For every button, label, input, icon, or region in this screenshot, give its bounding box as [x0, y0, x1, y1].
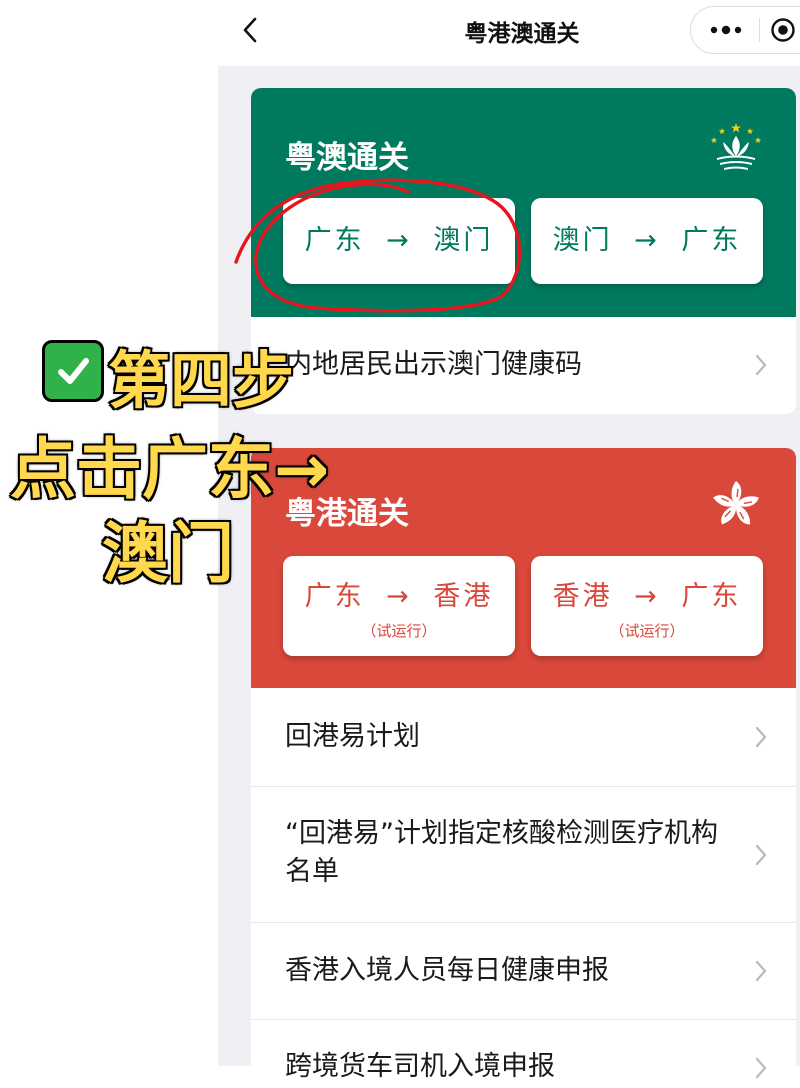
list-item-designated-testing-institutions[interactable]: “回港易”计划指定核酸检测医疗机构名单	[251, 787, 796, 922]
list-item-hk-daily-health-declaration[interactable]: 香港入境人员每日健康申报	[251, 923, 796, 1019]
close-miniprogram-button[interactable]	[766, 10, 800, 50]
guangdong-to-hk-label: 广东 → 香港	[304, 581, 494, 612]
list-item-label: 跨境货车司机入境申报	[285, 1051, 555, 1082]
trial-run-note: （试运行）	[609, 622, 685, 640]
guangdong-to-hk-button[interactable]: 广东 → 香港 （试运行）	[283, 556, 515, 656]
macau-card-header: 粤澳通关 广东 → 澳门 澳门 → 广东	[251, 88, 796, 317]
chevron-right-icon	[755, 354, 767, 376]
list-item-label: “回港易”计划指定核酸检测医疗机构名单	[285, 818, 718, 887]
capsule-divider	[759, 18, 760, 42]
guangdong-to-macau-label: 广东 → 澳门	[304, 225, 494, 256]
more-button[interactable]	[700, 10, 752, 50]
page-title: 粤港澳通关	[464, 21, 580, 47]
nav-bar: 粤港澳通关	[0, 0, 800, 62]
hk-bauhinia-emblem-icon	[713, 481, 759, 525]
guangdong-to-macau-button[interactable]: 广东 → 澳门	[283, 198, 515, 284]
hk-to-guangdong-label: 香港 → 广东	[552, 581, 742, 612]
trial-run-note: （试运行）	[361, 622, 437, 640]
list-item-label: 回港易计划	[285, 721, 420, 752]
list-item-macau-health-code[interactable]: 内地居民出示澳门健康码	[251, 317, 796, 414]
chevron-right-icon	[755, 844, 767, 866]
annotation-instruction-line: 点击广东→	[8, 430, 330, 510]
back-button[interactable]	[232, 10, 268, 50]
annotation-instruction-line-2: 澳门	[101, 514, 236, 594]
target-close-icon	[771, 18, 795, 42]
list-item-label: 内地居民出示澳门健康码	[285, 349, 582, 380]
chevron-right-icon	[755, 1057, 767, 1079]
more-dots-icon	[710, 25, 742, 35]
annotation-step-label: 第四步	[106, 343, 295, 419]
chevron-right-icon	[755, 726, 767, 748]
check-mark-icon	[42, 340, 104, 402]
list-item-label: 香港入境人员每日健康申报	[285, 955, 609, 986]
chevron-left-icon	[243, 17, 257, 43]
hk-to-guangdong-button[interactable]: 香港 → 广东 （试运行）	[531, 556, 763, 656]
list-item-truck-driver-declaration[interactable]: 跨境货车司机入境申报	[251, 1020, 796, 1088]
macau-clearance-card: 粤澳通关 广东 → 澳门 澳门 → 广东 内地居民出示澳门健康码	[251, 88, 796, 414]
hk-clearance-card: 粤港通关 广东 → 香港 （试运行） 香港 → 广东 （试运行） 回港易计划 “…	[251, 448, 796, 1088]
chevron-right-icon	[755, 960, 767, 982]
hk-card-header: 粤港通关 广东 → 香港 （试运行） 香港 → 广东 （试运行）	[251, 448, 796, 688]
macau-lotus-emblem-icon	[710, 123, 762, 170]
list-item-return-hk-scheme[interactable]: 回港易计划	[251, 688, 796, 786]
macau-to-guangdong-button[interactable]: 澳门 → 广东	[531, 198, 763, 284]
macau-card-title: 粤澳通关	[285, 140, 409, 176]
macau-to-guangdong-label: 澳门 → 广东	[552, 225, 742, 256]
